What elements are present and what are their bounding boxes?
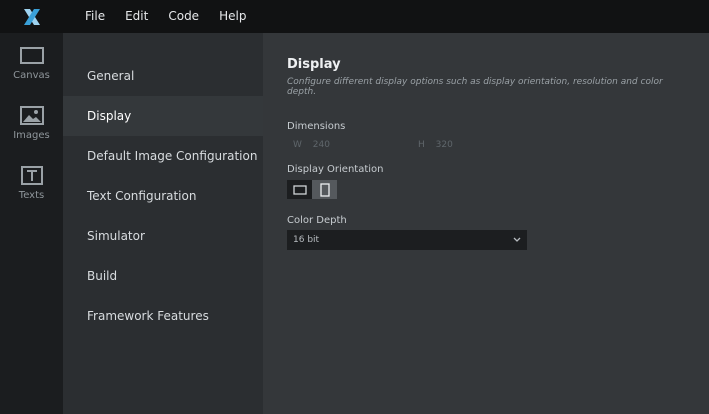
height-field[interactable]: H 320: [412, 140, 537, 150]
settings-nav: General Display Default Image Configurat…: [63, 33, 263, 414]
rail-label-texts: Texts: [18, 189, 45, 201]
menu-edit[interactable]: Edit: [115, 0, 158, 33]
nav-item-build[interactable]: Build: [63, 256, 263, 296]
menu-help[interactable]: Help: [209, 0, 256, 33]
landscape-button[interactable]: [287, 180, 312, 199]
orientation-toggle: [287, 180, 685, 199]
landscape-icon: [292, 184, 307, 195]
chevron-down-icon: [513, 237, 521, 242]
rail-item-canvas[interactable]: Canvas: [0, 33, 63, 93]
app-logo-icon[interactable]: [0, 0, 63, 33]
width-field[interactable]: W 240: [287, 140, 412, 150]
menu-file[interactable]: File: [75, 0, 115, 33]
nav-item-framework-features[interactable]: Framework Features: [63, 296, 263, 336]
height-key: H: [418, 140, 425, 150]
text-icon: [20, 165, 43, 185]
dimensions-row: W 240 H 320: [287, 140, 685, 150]
orientation-label: Display Orientation: [287, 164, 384, 175]
canvas-icon: [19, 46, 44, 64]
height-value: 320: [435, 140, 453, 150]
menu-bar: File Edit Code Help: [75, 0, 256, 33]
nav-item-simulator[interactable]: Simulator: [63, 216, 263, 256]
page-description: Configure different display options such…: [287, 77, 663, 97]
top-bar: File Edit Code Help: [0, 0, 709, 33]
nav-item-display[interactable]: Display: [63, 96, 263, 136]
color-depth-value: 16 bit: [293, 235, 320, 245]
width-value: 240: [312, 140, 330, 150]
color-depth-select[interactable]: 16 bit: [287, 230, 527, 250]
portrait-button[interactable]: [312, 180, 337, 199]
nav-item-default-image-configuration[interactable]: Default Image Configuration: [63, 136, 263, 176]
menu-code[interactable]: Code: [158, 0, 209, 33]
color-depth-label: Color Depth: [287, 215, 347, 226]
rail-item-texts[interactable]: Texts: [0, 153, 63, 213]
width-key: W: [293, 140, 302, 150]
rail-item-images[interactable]: Images: [0, 93, 63, 153]
dimensions-label: Dimensions: [287, 121, 346, 132]
display-settings-panel: Display Configure different display opti…: [263, 33, 709, 414]
nav-item-general[interactable]: General: [63, 56, 263, 96]
portrait-icon: [319, 182, 330, 197]
rail-label-images: Images: [13, 129, 50, 141]
nav-item-text-configuration[interactable]: Text Configuration: [63, 176, 263, 216]
image-icon: [19, 105, 44, 125]
rail-label-canvas: Canvas: [13, 69, 50, 81]
left-rail: Canvas Images Texts: [0, 33, 63, 414]
page-title: Display: [287, 57, 341, 72]
